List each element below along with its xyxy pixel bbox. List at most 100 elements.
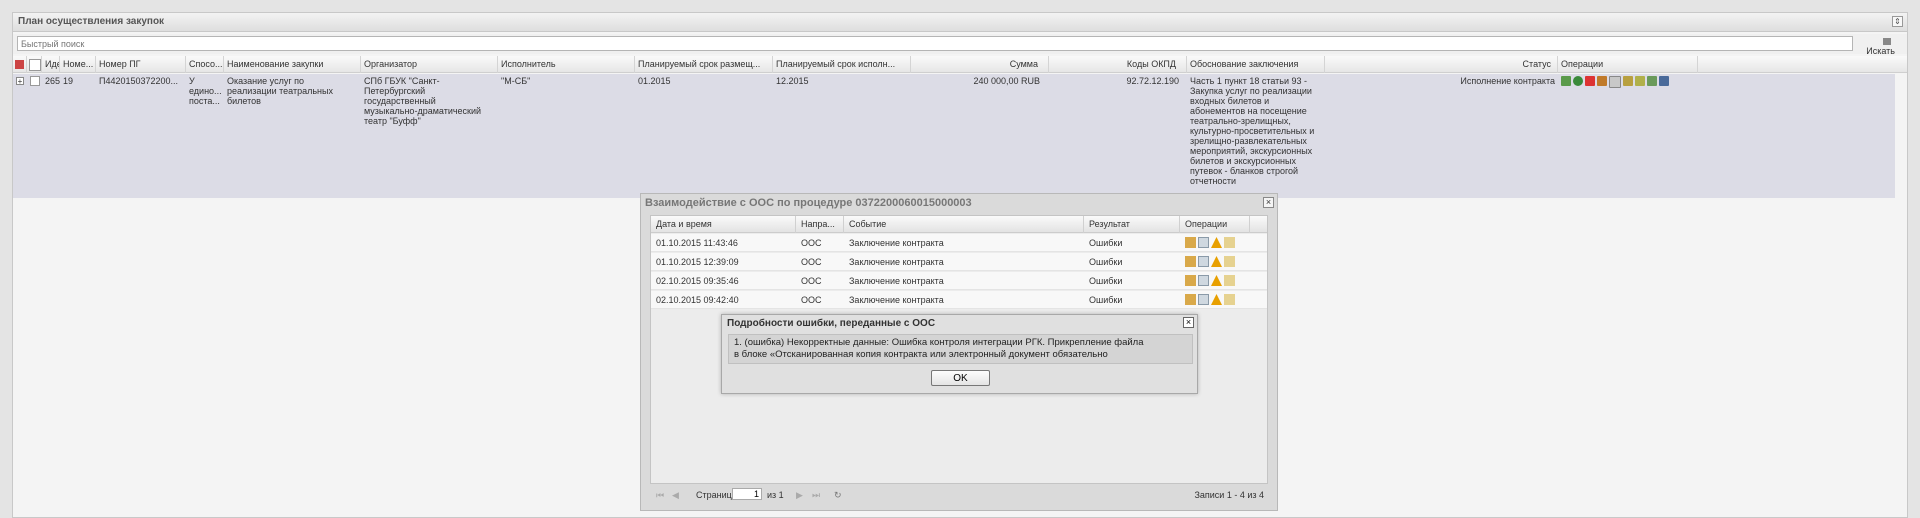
col-header-operations[interactable]: Операции <box>1558 56 1698 73</box>
collapse-icon[interactable]: ⇕ <box>1892 16 1903 27</box>
col-header-id[interactable]: Иде <box>42 56 60 73</box>
row-event: Заключение контракта <box>849 238 944 248</box>
table-row[interactable]: 02.10.2015 09:35:46 ООС Заключение контр… <box>651 272 1267 290</box>
cell-executor: "М-СБ" <box>501 76 531 86</box>
expand-row-icon[interactable]: + <box>16 77 24 85</box>
pager: ⏮ ◀ Страница из 1 ▶ ⏭ ↻ Записи 1 - 4 из … <box>650 484 1268 508</box>
col-header-event[interactable]: Событие <box>844 216 1084 233</box>
col-header-sum[interactable]: Сумма <box>911 56 1049 73</box>
col-header-basis[interactable]: Обоснование заключения <box>1187 56 1325 73</box>
warning-icon[interactable] <box>1211 237 1222 248</box>
last-page-icon[interactable]: ⏭ <box>812 490 820 501</box>
panel-title: План осуществления закупок <box>18 16 165 27</box>
chart-icon[interactable] <box>1561 76 1571 86</box>
col-header-datetime[interactable]: Дата и время <box>651 216 796 233</box>
dialog-title: Взаимодействие с ООС по процедуре 037220… <box>645 197 972 209</box>
package-icon[interactable] <box>1185 256 1196 267</box>
select-all-checkbox-cell[interactable] <box>27 56 42 73</box>
col-header-executor[interactable]: Исполнитель <box>498 56 635 73</box>
row-ops <box>1180 272 1237 290</box>
document-icon[interactable] <box>1198 275 1209 286</box>
row-direction: ООС <box>801 295 822 305</box>
cell-id: 265 <box>45 76 60 86</box>
document-icon[interactable] <box>1198 294 1209 305</box>
table-row[interactable]: 01.10.2015 12:39:09 ООС Заключение контр… <box>651 253 1267 271</box>
row-result: Ошибки <box>1089 276 1123 286</box>
row-direction: ООС <box>801 238 822 248</box>
error-dialog-title: Подробности ошибки, переданные с ООС <box>727 318 936 329</box>
col-header-name[interactable]: Наименование закупки <box>224 56 361 73</box>
envelope-icon[interactable] <box>1224 294 1235 305</box>
row-event: Заключение контракта <box>849 276 944 286</box>
cell-sum: 240 000,00 RUB <box>973 76 1040 86</box>
page-of-label: из 1 <box>767 490 784 500</box>
search-bar: Искать <box>13 34 1907 56</box>
col-header-num[interactable]: Номе... <box>60 56 96 73</box>
envelope-icon[interactable] <box>1224 275 1235 286</box>
warning-icon[interactable] <box>1211 275 1222 286</box>
delete-icon[interactable] <box>1585 76 1595 86</box>
grid-header: Иде Номе... Номер ПГ Спосо... Наименован… <box>13 56 1907 73</box>
panel-header: План осуществления закупок ⇕ <box>13 13 1907 32</box>
search-button-label: Искать <box>1866 46 1895 56</box>
cell-pg-num: П4420150372200... <box>99 76 179 86</box>
cell-method: У едино... поста... <box>189 76 221 106</box>
select-all-checkbox[interactable] <box>29 59 41 71</box>
col-header-pg-num[interactable]: Номер ПГ <box>96 56 186 73</box>
close-icon[interactable]: × <box>1183 317 1194 328</box>
envelope-icon[interactable] <box>1224 237 1235 248</box>
prev-page-icon[interactable]: ◀ <box>672 490 679 501</box>
search-button[interactable]: Искать <box>1855 35 1901 56</box>
cell-plan-exec: 12.2015 <box>776 76 809 86</box>
hourglass-icon[interactable] <box>1623 76 1633 86</box>
tools-icon[interactable] <box>1647 76 1657 86</box>
document-icon[interactable] <box>1609 76 1621 88</box>
package-icon[interactable] <box>1185 294 1196 305</box>
col-header-status[interactable]: Статус <box>1325 56 1558 73</box>
cell-status: Исполнение контракта <box>1460 76 1555 86</box>
document-icon[interactable] <box>1198 256 1209 267</box>
col-header-ops[interactable]: Операции <box>1180 216 1250 233</box>
col-header-direction[interactable]: Напра... <box>796 216 844 233</box>
edit-icon[interactable] <box>1635 76 1645 86</box>
col-header-plan-place[interactable]: Планируемый срок размещ... <box>635 56 773 73</box>
cell-basis: Часть 1 пункт 18 статьи 93 - Закупка усл… <box>1190 76 1315 186</box>
col-header-result[interactable]: Результат <box>1084 216 1180 233</box>
row-result: Ошибки <box>1089 295 1123 305</box>
records-count: Записи 1 - 4 из 4 <box>1194 490 1264 500</box>
filter-clear-icon[interactable] <box>13 56 27 73</box>
quick-search-input[interactable] <box>17 36 1853 51</box>
col-header-okpd[interactable]: Коды ОКПД <box>1049 56 1187 73</box>
first-page-icon[interactable]: ⏮ <box>656 490 664 501</box>
col-header-organizer[interactable]: Организатор <box>361 56 498 73</box>
warning-icon[interactable] <box>1211 294 1222 305</box>
table-row[interactable]: 02.10.2015 09:42:40 ООС Заключение контр… <box>651 291 1267 309</box>
row-ops <box>1180 291 1237 309</box>
ok-button[interactable]: OK <box>931 370 990 386</box>
package-icon[interactable] <box>1185 237 1196 248</box>
warning-icon[interactable] <box>1211 256 1222 267</box>
row-datetime: 02.10.2015 09:42:40 <box>656 295 739 305</box>
page-number-input[interactable] <box>732 488 762 500</box>
settings-icon[interactable] <box>1597 76 1607 86</box>
refresh-icon[interactable]: ↻ <box>834 490 842 501</box>
col-header-plan-exec[interactable]: Планируемый срок исполн... <box>773 56 911 73</box>
cell-plan-place: 01.2015 <box>638 76 671 86</box>
row-ops <box>1180 234 1237 252</box>
close-icon[interactable]: × <box>1263 197 1274 208</box>
row-checkbox[interactable] <box>30 76 40 86</box>
package-icon[interactable] <box>1185 275 1196 286</box>
envelope-icon[interactable] <box>1224 256 1235 267</box>
col-header-method[interactable]: Спосо... <box>186 56 224 73</box>
row-result: Ошибки <box>1089 257 1123 267</box>
next-page-icon[interactable]: ▶ <box>796 490 803 501</box>
row-result: Ошибки <box>1089 238 1123 248</box>
barcode-icon[interactable] <box>1659 76 1669 86</box>
cell-name: Оказание услуг по реализации театральных… <box>227 76 333 106</box>
cell-num: 19 <box>63 76 74 86</box>
refresh-icon[interactable] <box>1573 76 1583 86</box>
table-row[interactable]: 01.10.2015 11:43:46 ООС Заключение контр… <box>651 234 1267 252</box>
table-row[interactable]: + 265 19 П4420150372200... У едино... по… <box>13 74 1895 198</box>
document-icon[interactable] <box>1198 237 1209 248</box>
error-message-line-2: в блоке «Отсканированная копия контракта… <box>734 349 1108 360</box>
